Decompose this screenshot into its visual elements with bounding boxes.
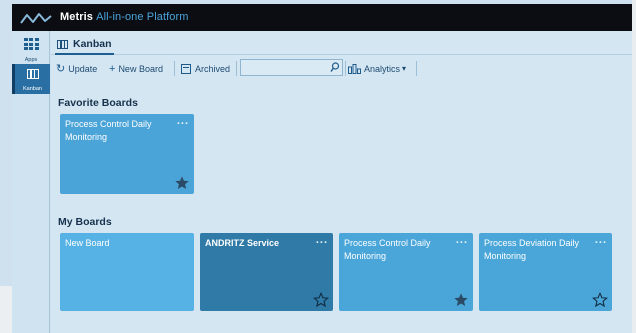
more-options-icon[interactable]: ... — [316, 234, 328, 246]
update-button[interactable]: ↻ Update — [56, 60, 97, 77]
favorite-boards-title: Favorite Boards — [58, 97, 138, 109]
search-field — [240, 59, 343, 78]
kanban-icon — [26, 69, 39, 79]
search-input[interactable] — [241, 62, 329, 78]
my-boards-title: My Boards — [58, 216, 112, 228]
app-subtitle: All-in-one Platform — [96, 11, 189, 23]
sidebar-item-kanban[interactable]: Kanban — [12, 64, 50, 94]
kanban-icon — [57, 39, 68, 49]
refresh-icon: ↻ — [56, 63, 66, 75]
plus-icon: + — [109, 62, 116, 75]
search-icon[interactable] — [330, 62, 340, 73]
star-filled-icon[interactable] — [453, 292, 469, 308]
new-board-label: New Board — [118, 63, 163, 74]
more-options-icon[interactable]: ... — [595, 234, 607, 246]
sidebar: Apps Kanban — [12, 31, 50, 333]
window-edge — [632, 0, 636, 333]
tab-bar: Kanban — [51, 31, 632, 55]
archived-button[interactable]: Archived — [181, 60, 230, 77]
board-title: Process Control Daily Monitoring — [344, 238, 431, 261]
sidebar-item-label: Apps — [24, 57, 38, 63]
board-card-new-board[interactable]: New Board — [60, 233, 194, 311]
board-title: ANDRITZ Service — [205, 238, 280, 248]
board-card-andritz-service[interactable]: ANDRITZ Service ... — [200, 233, 333, 311]
update-label: Update — [68, 63, 98, 74]
toolbar: ↻ Update + New Board Archived Analytics … — [51, 56, 632, 81]
chevron-down-icon: ▾ — [402, 64, 407, 73]
toolbar-divider — [345, 61, 346, 76]
sidebar-item-apps[interactable]: Apps — [12, 35, 50, 63]
tab-kanban[interactable]: Kanban — [55, 35, 114, 55]
analytics-label: Analytics — [364, 63, 401, 74]
star-filled-icon[interactable] — [174, 175, 190, 191]
app-name: Metris — [60, 11, 93, 23]
new-board-button[interactable]: + New Board — [109, 60, 163, 77]
top-bar: Metris All-in-one Platform — [12, 4, 632, 31]
tab-label: Kanban — [73, 38, 112, 50]
star-outline-icon[interactable] — [313, 292, 329, 308]
main-content: Kanban ↻ Update + New Board Archived Ana… — [51, 31, 632, 333]
board-title: Process Deviation Daily Monitoring — [484, 238, 580, 261]
window-edge — [0, 286, 12, 333]
app-brand: Metris All-in-one Platform — [60, 11, 189, 23]
toolbar-divider — [174, 61, 175, 76]
more-options-icon[interactable]: ... — [456, 234, 468, 246]
bar-chart-icon — [348, 63, 361, 74]
metris-logo-icon — [20, 13, 52, 24]
board-title: Process Control Daily Monitoring — [65, 119, 152, 142]
sidebar-item-label: Kanban — [23, 86, 42, 92]
board-title: New Board — [65, 238, 110, 248]
board-card-process-control[interactable]: Process Control Daily Monitoring ... — [339, 233, 473, 311]
grid-icon — [23, 38, 39, 50]
star-outline-icon[interactable] — [592, 292, 608, 308]
more-options-icon[interactable]: ... — [177, 115, 189, 127]
board-card-process-deviation[interactable]: Process Deviation Daily Monitoring ... — [479, 233, 612, 311]
board-card-favorite-process-control[interactable]: Process Control Daily Monitoring ... — [60, 114, 194, 194]
archived-label: Archived — [195, 63, 231, 74]
analytics-button[interactable]: Analytics ▾ — [348, 60, 406, 77]
archive-icon — [181, 63, 191, 74]
toolbar-divider — [416, 61, 417, 76]
toolbar-divider — [236, 61, 237, 76]
